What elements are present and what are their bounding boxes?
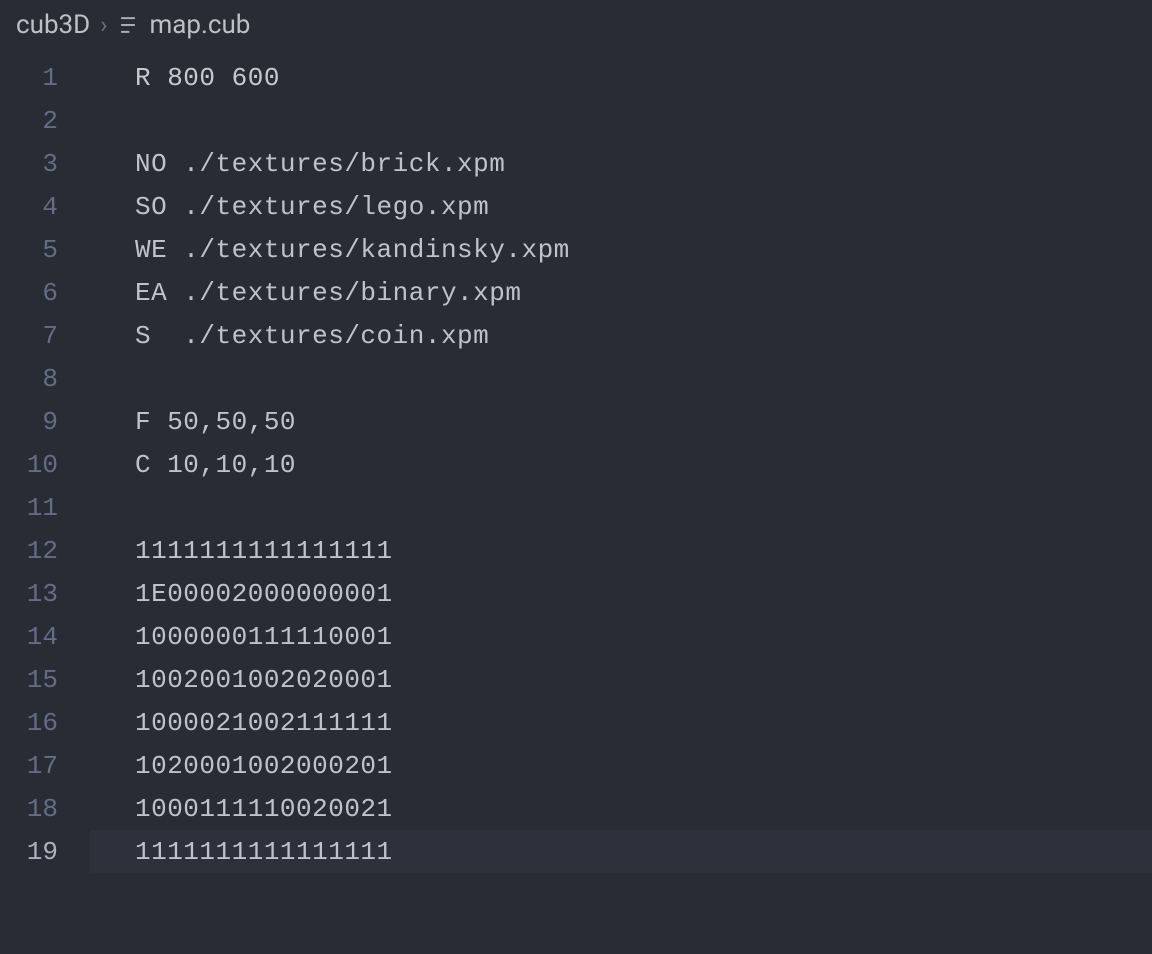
line-number[interactable]: 9 — [0, 407, 90, 437]
line-content[interactable]: WE ./textures/kandinsky.xpm — [135, 235, 570, 265]
line-content-wrap[interactable]: 1002001002020001 — [90, 658, 1152, 701]
editor-line[interactable]: 17 1020001002000201 — [0, 744, 1152, 787]
breadcrumb-separator: › — [100, 11, 107, 39]
editor-line[interactable]: 10 C 10,10,10 — [0, 443, 1152, 486]
breadcrumb-file[interactable]: map.cub — [149, 10, 250, 40]
editor-line[interactable]: 11 — [0, 486, 1152, 529]
editor-line[interactable]: 9 F 50,50,50 — [0, 400, 1152, 443]
file-icon — [117, 14, 139, 36]
editor-line[interactable]: 19 1111111111111111 — [0, 830, 1152, 873]
editor-line[interactable]: 14 1000000111110001 — [0, 615, 1152, 658]
line-content[interactable]: 1000021002111111 — [135, 708, 393, 738]
editor-line[interactable]: 18 1000111110020021 — [0, 787, 1152, 830]
line-content-wrap[interactable]: NO ./textures/brick.xpm — [90, 142, 1152, 185]
line-number[interactable]: 1 — [0, 63, 90, 93]
line-content[interactable]: 1000000111110001 — [135, 622, 393, 652]
line-content-wrap[interactable]: 1111111111111111 — [90, 830, 1152, 873]
line-number[interactable]: 15 — [0, 665, 90, 695]
code-editor[interactable]: 1 R 800 600 2 3 NO ./textures/brick.xpm 4 SO .… — [0, 50, 1152, 873]
line-content[interactable]: R 800 600 — [135, 63, 280, 93]
line-number[interactable]: 6 — [0, 278, 90, 308]
line-number[interactable]: 18 — [0, 794, 90, 824]
line-content[interactable]: 1020001002000201 — [135, 751, 393, 781]
line-content-wrap[interactable]: C 10,10,10 — [90, 443, 1152, 486]
editor-line[interactable]: 7 S ./textures/coin.xpm — [0, 314, 1152, 357]
editor-line[interactable]: 16 1000021002111111 — [0, 701, 1152, 744]
line-number[interactable]: 8 — [0, 364, 90, 394]
line-number[interactable]: 17 — [0, 751, 90, 781]
editor-line[interactable]: 2 — [0, 99, 1152, 142]
line-content-wrap[interactable]: 1000000111110001 — [90, 615, 1152, 658]
line-content-wrap[interactable] — [90, 357, 1152, 400]
line-content[interactable]: EA ./textures/binary.xpm — [135, 278, 521, 308]
editor-line[interactable]: 1 R 800 600 — [0, 56, 1152, 99]
line-content-wrap[interactable]: F 50,50,50 — [90, 400, 1152, 443]
breadcrumb-folder[interactable]: cub3D — [16, 10, 90, 40]
line-content[interactable]: SO ./textures/lego.xpm — [135, 192, 489, 222]
editor-line[interactable]: 3 NO ./textures/brick.xpm — [0, 142, 1152, 185]
line-content[interactable]: 1002001002020001 — [135, 665, 393, 695]
line-content-wrap[interactable]: R 800 600 — [90, 56, 1152, 99]
breadcrumb[interactable]: cub3D › map.cub — [0, 0, 1152, 50]
line-number[interactable]: 11 — [0, 493, 90, 523]
editor-line[interactable]: 12 1111111111111111 — [0, 529, 1152, 572]
line-number[interactable]: 13 — [0, 579, 90, 609]
line-content[interactable]: 1111111111111111 — [135, 536, 393, 566]
line-content-wrap[interactable]: 1000021002111111 — [90, 701, 1152, 744]
line-number[interactable]: 10 — [0, 450, 90, 480]
line-content-wrap[interactable]: EA ./textures/binary.xpm — [90, 271, 1152, 314]
line-content[interactable]: C 10,10,10 — [135, 450, 296, 480]
line-content[interactable]: NO ./textures/brick.xpm — [135, 149, 505, 179]
line-content[interactable]: 1E00002000000001 — [135, 579, 393, 609]
line-number[interactable]: 3 — [0, 149, 90, 179]
line-content-wrap[interactable]: S ./textures/coin.xpm — [90, 314, 1152, 357]
line-content-wrap[interactable]: 1E00002000000001 — [90, 572, 1152, 615]
editor-line[interactable]: 8 — [0, 357, 1152, 400]
editor-line[interactable]: 4 SO ./textures/lego.xpm — [0, 185, 1152, 228]
line-content[interactable]: S ./textures/coin.xpm — [135, 321, 489, 351]
line-content[interactable]: 1111111111111111 — [135, 837, 393, 867]
line-content[interactable]: F 50,50,50 — [135, 407, 296, 437]
line-content-wrap[interactable] — [90, 486, 1152, 529]
line-number[interactable]: 7 — [0, 321, 90, 351]
line-number[interactable]: 12 — [0, 536, 90, 566]
line-content-wrap[interactable] — [90, 99, 1152, 142]
editor-line[interactable]: 5 WE ./textures/kandinsky.xpm — [0, 228, 1152, 271]
line-number[interactable]: 14 — [0, 622, 90, 652]
line-number[interactable]: 5 — [0, 235, 90, 265]
line-content-wrap[interactable]: WE ./textures/kandinsky.xpm — [90, 228, 1152, 271]
line-content-wrap[interactable]: 1020001002000201 — [90, 744, 1152, 787]
line-number[interactable]: 19 — [0, 837, 90, 867]
line-content-wrap[interactable]: SO ./textures/lego.xpm — [90, 185, 1152, 228]
editor-line[interactable]: 15 1002001002020001 — [0, 658, 1152, 701]
line-number[interactable]: 4 — [0, 192, 90, 222]
line-content-wrap[interactable]: 1000111110020021 — [90, 787, 1152, 830]
line-number[interactable]: 16 — [0, 708, 90, 738]
line-content[interactable]: 1000111110020021 — [135, 794, 393, 824]
line-content-wrap[interactable]: 1111111111111111 — [90, 529, 1152, 572]
editor-line[interactable]: 6 EA ./textures/binary.xpm — [0, 271, 1152, 314]
editor-line[interactable]: 13 1E00002000000001 — [0, 572, 1152, 615]
line-number[interactable]: 2 — [0, 106, 90, 136]
